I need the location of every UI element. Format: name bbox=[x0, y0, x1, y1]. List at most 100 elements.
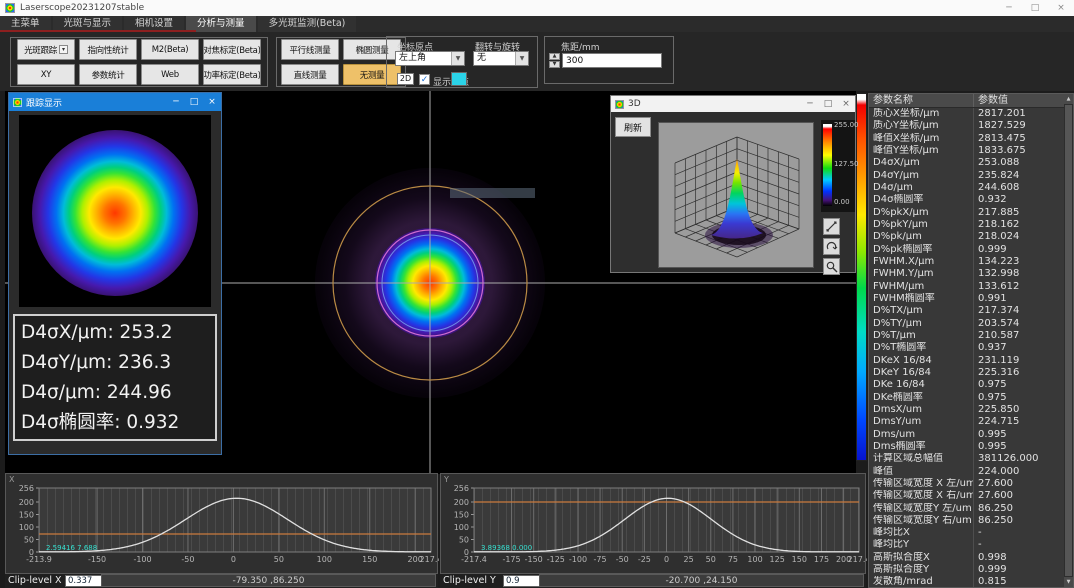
profile-chart-x[interactable]: X -213.9-150-100-50050100150200217.42562… bbox=[5, 473, 438, 574]
svg-text:-125: -125 bbox=[547, 555, 565, 564]
maximize-icon[interactable]: □ bbox=[819, 96, 837, 112]
tab-3[interactable]: 分析与测量 bbox=[186, 16, 256, 32]
table-row[interactable]: D%TY/μm203.574 bbox=[869, 318, 1064, 330]
table-row[interactable]: 高斯拟合度Y0.999 bbox=[869, 564, 1064, 576]
table-row[interactable]: 传输区域宽度Y 左/um86.250 bbox=[869, 503, 1064, 515]
param-value: 27.600 bbox=[973, 490, 1064, 502]
table-row[interactable]: 质心X坐标/μm2817.201 bbox=[869, 108, 1064, 120]
beam-spot-thumbnail bbox=[32, 130, 198, 296]
table-row[interactable]: 计算区域总幅值381126.000 bbox=[869, 453, 1064, 465]
table-row[interactable]: D%T/μm210.587 bbox=[869, 330, 1064, 342]
table-row[interactable]: 峰值224.000 bbox=[869, 466, 1064, 478]
table-row[interactable]: D%pkX/μm217.885 bbox=[869, 207, 1064, 219]
analysis-button-2[interactable]: M2(Beta) bbox=[141, 39, 199, 60]
refresh-button[interactable]: 刷新 bbox=[615, 117, 651, 137]
origin-select[interactable]: 左上角 ▼ bbox=[395, 51, 465, 66]
table-row[interactable]: 质心Y坐标/μm1827.529 bbox=[869, 120, 1064, 132]
table-row[interactable]: 传输区域宽度Y 右/um86.250 bbox=[869, 515, 1064, 527]
param-value-header[interactable]: 参数值 bbox=[973, 94, 1073, 107]
close-icon[interactable]: × bbox=[1048, 0, 1074, 16]
scroll-up-icon[interactable]: ▲ bbox=[1064, 94, 1073, 104]
colorbar-tick-max: 255.00 bbox=[834, 121, 859, 129]
minimize-icon[interactable]: ─ bbox=[996, 0, 1022, 16]
surface-plot[interactable] bbox=[658, 122, 814, 268]
minimize-icon[interactable]: ─ bbox=[167, 93, 185, 111]
analysis-button-1[interactable]: 指向性统计 bbox=[79, 39, 137, 60]
show-origin-checkbox[interactable]: ✓ bbox=[419, 74, 430, 85]
table-row[interactable]: 峰均比X- bbox=[869, 527, 1064, 539]
table-row[interactable]: D4σ/μm244.608 bbox=[869, 182, 1064, 194]
param-name: D4σ椭圆率 bbox=[869, 194, 973, 206]
table-row[interactable]: D%TX/μm217.374 bbox=[869, 305, 1064, 317]
chevron-down-icon[interactable]: ▾ bbox=[59, 45, 68, 54]
table-row[interactable]: FWHM椭圆率0.991 bbox=[869, 293, 1064, 305]
tracking-window-titlebar[interactable]: 跟踪显示 ─ □ × bbox=[9, 93, 221, 111]
table-row[interactable]: D%pk/μm218.024 bbox=[869, 231, 1064, 243]
analysis-button-5[interactable]: 参数统计 bbox=[79, 64, 137, 85]
param-table-scrollbar[interactable]: ▲ ▼ bbox=[1064, 94, 1073, 587]
analysis-button-6[interactable]: Web bbox=[141, 64, 199, 85]
close-icon[interactable]: × bbox=[203, 93, 221, 111]
table-row[interactable]: DKe椭圆率0.975 bbox=[869, 392, 1064, 404]
pan-tool-button[interactable] bbox=[823, 218, 840, 235]
table-row[interactable]: 传输区域宽度 X 左/um27.600 bbox=[869, 478, 1064, 490]
analysis-button-0[interactable]: 光斑跟踪▾ bbox=[17, 39, 75, 60]
close-icon[interactable]: × bbox=[837, 96, 855, 112]
focal-input[interactable] bbox=[562, 53, 662, 68]
table-row[interactable]: DmsX/um225.850 bbox=[869, 404, 1064, 416]
table-row[interactable]: D4σ椭圆率0.932 bbox=[869, 194, 1064, 206]
profile-chart-y[interactable]: Y -217.4-175-150-125-100-75-50-250255075… bbox=[440, 473, 866, 574]
maximize-icon[interactable]: □ bbox=[1022, 0, 1048, 16]
table-row[interactable]: DKeY 16/84225.316 bbox=[869, 367, 1064, 379]
analysis-button-3[interactable]: 对焦标定(Beta) bbox=[203, 39, 261, 60]
table-row[interactable]: FWHM.X/μm134.223 bbox=[869, 256, 1064, 268]
measure-button-2[interactable]: 直线测量 bbox=[281, 64, 339, 85]
table-row[interactable]: D4σY/μm235.824 bbox=[869, 170, 1064, 182]
table-row[interactable]: FWHM.Y/μm132.998 bbox=[869, 268, 1064, 280]
chevron-down-icon[interactable]: ▼ bbox=[515, 52, 528, 65]
dimension-toggle[interactable]: 2D bbox=[397, 73, 414, 85]
three-d-window-titlebar[interactable]: 3D ─ □ × bbox=[611, 96, 855, 112]
table-row[interactable]: 高斯拟合度X0.998 bbox=[869, 552, 1064, 564]
table-row[interactable]: DKe 16/840.975 bbox=[869, 379, 1064, 391]
maximize-icon[interactable]: □ bbox=[185, 93, 203, 111]
origin-color-swatch[interactable] bbox=[451, 72, 467, 86]
analysis-button-4[interactable]: XY bbox=[17, 64, 75, 85]
rotate-tool-button[interactable] bbox=[823, 238, 840, 255]
table-row[interactable]: D%pkY/μm218.162 bbox=[869, 219, 1064, 231]
svg-text:150: 150 bbox=[454, 511, 469, 520]
svg-text:100: 100 bbox=[317, 555, 332, 564]
flip-select[interactable]: 无 ▼ bbox=[473, 51, 529, 66]
analysis-button-7[interactable]: 功率标定(Beta) bbox=[203, 64, 261, 85]
param-name: 高斯拟合度X bbox=[869, 552, 973, 564]
table-row[interactable]: 峰值X坐标/μm2813.475 bbox=[869, 133, 1064, 145]
zoom-tool-button[interactable] bbox=[823, 258, 840, 275]
table-row[interactable]: 峰值Y坐标/μm1833.675 bbox=[869, 145, 1064, 157]
table-row[interactable]: D4σX/μm253.088 bbox=[869, 157, 1064, 169]
table-row[interactable]: Dms椭圆率0.995 bbox=[869, 441, 1064, 453]
svg-text:-175: -175 bbox=[502, 555, 520, 564]
param-value: 0.975 bbox=[973, 379, 1064, 391]
focal-spinner[interactable]: ▲▼ bbox=[549, 53, 560, 68]
table-row[interactable]: D%pk椭圆率0.999 bbox=[869, 244, 1064, 256]
measure-button-0[interactable]: 平行线测量 bbox=[281, 39, 339, 60]
param-value: 224.000 bbox=[973, 466, 1064, 478]
table-row[interactable]: DKeX 16/84231.119 bbox=[869, 355, 1064, 367]
tab-4[interactable]: 多光斑监测(Beta) bbox=[258, 16, 357, 32]
param-value: 0.999 bbox=[973, 564, 1064, 576]
table-row[interactable]: DmsY/um224.715 bbox=[869, 416, 1064, 428]
table-row[interactable]: FWHM/μm133.612 bbox=[869, 281, 1064, 293]
table-row[interactable]: 发散角/mrad0.815 bbox=[869, 576, 1064, 587]
table-row[interactable]: Dms/um0.995 bbox=[869, 429, 1064, 441]
table-row[interactable]: 传输区域宽度 X 右/um27.600 bbox=[869, 490, 1064, 502]
scrollbar-thumb[interactable] bbox=[1065, 105, 1072, 576]
surface-colorbar: 255.00 127.50 0.00 bbox=[821, 120, 855, 212]
minimize-icon[interactable]: ─ bbox=[801, 96, 819, 112]
scroll-down-icon[interactable]: ▼ bbox=[1064, 577, 1073, 587]
table-row[interactable]: D%T椭圆率0.937 bbox=[869, 342, 1064, 354]
param-name-header[interactable]: 参数名称 bbox=[869, 94, 973, 107]
chevron-down-icon[interactable]: ▼ bbox=[451, 52, 464, 65]
table-row[interactable]: 峰均比Y- bbox=[869, 539, 1064, 551]
svg-text:50: 50 bbox=[459, 536, 469, 545]
param-name: D%pkX/μm bbox=[869, 207, 973, 219]
